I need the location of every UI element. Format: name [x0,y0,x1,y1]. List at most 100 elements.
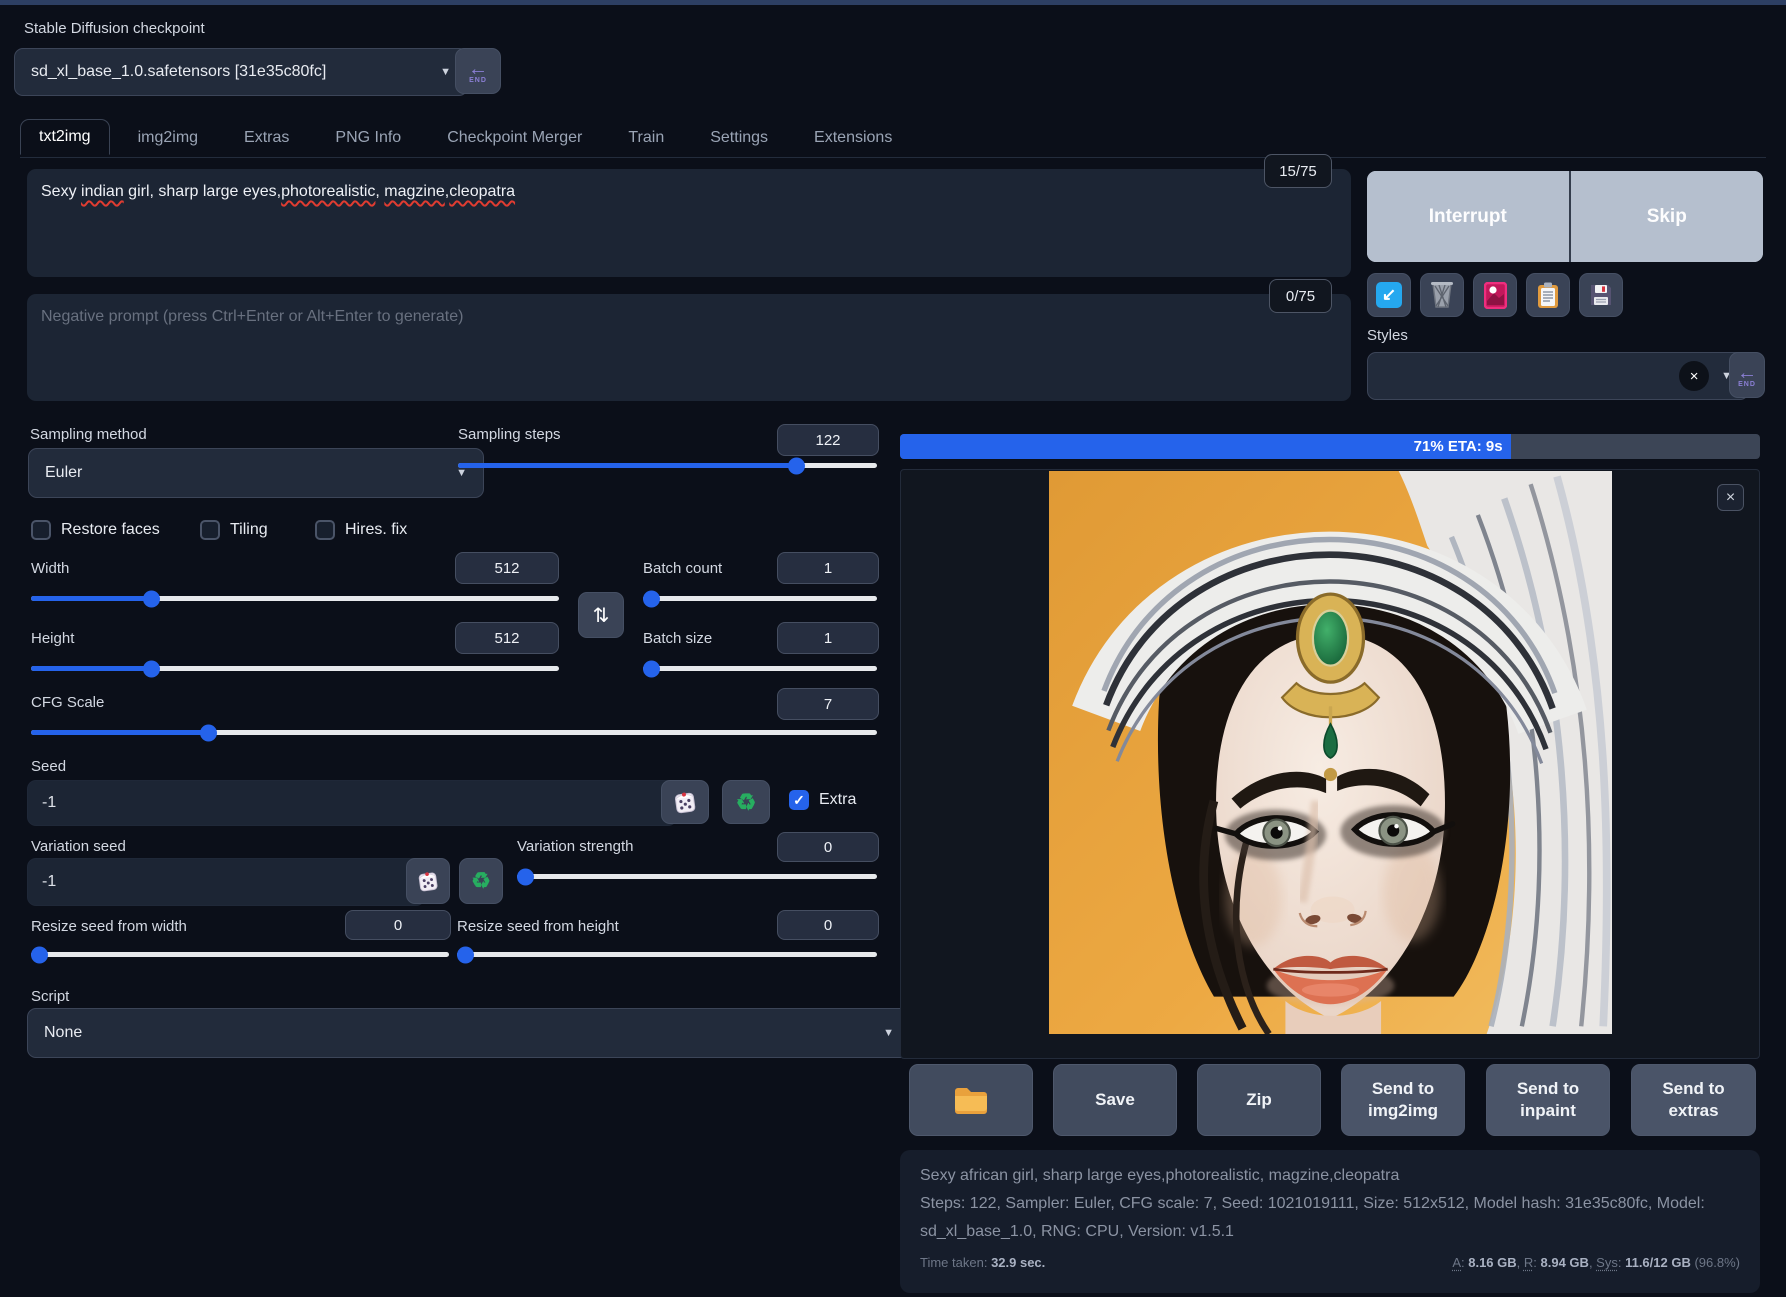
restore-faces-option[interactable]: Restore faces [31,520,160,540]
reuse-variation-seed-button[interactable]: ♻ [459,858,503,904]
batch-count-slider[interactable] [643,596,877,601]
width-value[interactable]: 512 [455,552,559,584]
negative-prompt-textarea[interactable]: Negative prompt (press Ctrl+Enter or Alt… [27,294,1351,401]
height-value[interactable]: 512 [455,622,559,654]
reuse-seed-button[interactable]: ♻ [722,780,770,824]
height-slider[interactable] [31,666,559,671]
prompt-textarea[interactable]: Sexy indian girl, sharp large eyes,photo… [27,169,1351,277]
styles-clear-button[interactable]: × [1679,361,1709,391]
resize-seed-width-slider[interactable] [31,952,449,957]
width-slider[interactable] [31,596,559,601]
cfg-scale-label: CFG Scale [31,694,104,711]
tiling-label: Tiling [230,521,268,539]
apply-style-to-prompt-button[interactable]: ←END [1729,352,1765,398]
checkpoint-label: Stable Diffusion checkpoint [24,20,205,37]
prompt-word-misspelled: indian [81,183,124,200]
prompt-word: Sexy [41,183,81,200]
extra-networks-button[interactable] [1473,273,1517,317]
sampling-method-select[interactable]: Euler ▼ [28,448,484,498]
variation-strength-value[interactable]: 0 [777,832,879,862]
resize-seed-height-slider[interactable] [457,952,877,957]
tab-bar-divider [20,157,1766,158]
tab-img2img[interactable]: img2img [120,121,216,155]
cfg-scale-value[interactable]: 7 [777,688,879,720]
tab-txt2img[interactable]: txt2img [20,119,110,155]
paste-params-button[interactable]: ↙ [1367,273,1411,317]
tab-train[interactable]: Train [610,121,682,155]
restore-faces-checkbox[interactable] [31,520,51,540]
result-prompt-text: Sexy african girl, sharp large eyes,phot… [920,1162,1740,1190]
tab-bar: txt2img img2img Extras PNG Info Checkpoint M… [20,119,910,155]
tab-settings[interactable]: Settings [692,121,786,155]
prompt-word: , [375,183,384,200]
sampling-method-value: Euler [45,464,82,482]
cfg-scale-slider[interactable] [31,730,877,735]
generated-image[interactable] [1049,471,1612,1034]
random-variation-seed-button[interactable] [406,858,450,904]
interrupt-button[interactable]: Interrupt [1367,171,1571,262]
script-value: None [44,1024,82,1042]
styles-label: Styles [1367,327,1408,344]
save-button[interactable]: Save [1053,1064,1177,1136]
dice-icon [416,869,440,893]
sampling-steps-slider[interactable] [458,463,877,468]
tiling-option[interactable]: Tiling [200,520,268,540]
seed-input[interactable]: -1 [27,780,677,826]
chevron-down-icon: ▼ [883,1027,894,1039]
checkpoint-select[interactable]: sd_xl_base_1.0.safetensors [31e35c80fc] … [14,48,468,96]
close-gallery-button[interactable]: × [1717,484,1744,511]
send-to-inpaint-button[interactable]: Send to inpaint [1486,1064,1610,1136]
tab-extras[interactable]: Extras [226,121,307,155]
sampling-steps-value[interactable]: 122 [777,424,879,456]
sampling-steps-label: Sampling steps [458,426,561,443]
apply-styles-button[interactable] [1526,273,1570,317]
tab-png-info[interactable]: PNG Info [317,121,419,155]
send-to-extras-button[interactable]: Send to extras [1631,1064,1756,1136]
floppy-disk-icon [1589,283,1613,307]
picture-card-icon [1484,282,1507,309]
save-style-button[interactable] [1579,273,1623,317]
stable-diffusion-webui: Stable Diffusion checkpoint sd_xl_base_1… [0,0,1786,1297]
interrupt-skip-group: Interrupt Skip [1367,171,1763,262]
script-select[interactable]: None ▼ [27,1008,911,1058]
variation-strength-slider[interactable] [517,874,877,879]
styles-select[interactable]: × ▼ [1367,352,1749,400]
variation-seed-label: Variation seed [31,838,126,855]
open-folder-button[interactable] [909,1064,1033,1136]
result-params-line1: Steps: 122, Sampler: Euler, CFG scale: 7… [920,1190,1740,1218]
batch-count-value[interactable]: 1 [777,552,879,584]
hires-fix-checkbox[interactable] [315,520,335,540]
swap-dimensions-button[interactable]: ⇅ [578,592,624,638]
variation-strength-label: Variation strength [517,838,633,855]
tiling-checkbox[interactable] [200,520,220,540]
resize-seed-height-value[interactable]: 0 [777,910,879,940]
arrow-down-left-icon: ↙ [1376,282,1402,308]
batch-size-value[interactable]: 1 [777,622,879,654]
variation-seed-input[interactable]: -1 [27,858,425,906]
tab-checkpoint-merger[interactable]: Checkpoint Merger [429,121,600,155]
batch-size-slider[interactable] [643,666,877,671]
end-arrow-icon: ←END [468,59,488,84]
end-arrow-icon: ←END [1737,363,1757,388]
zip-button[interactable]: Zip [1197,1064,1321,1136]
checkpoint-refresh-button[interactable]: ←END [455,48,501,94]
resize-seed-height-label: Resize seed from height [457,918,619,935]
extra-seed-checkbox[interactable]: ✓ [789,790,809,810]
resize-seed-width-value[interactable]: 0 [345,910,451,940]
send-to-img2img-button[interactable]: Send to img2img [1341,1064,1465,1136]
prompt-word-misspelled: magzine [384,183,444,200]
clear-prompt-button[interactable] [1420,273,1464,317]
extra-seed-option[interactable]: ✓ Extra [789,790,856,810]
result-params-line2: sd_xl_base_1.0, RNG: CPU, Version: v1.5.… [920,1218,1740,1246]
random-seed-button[interactable] [661,780,709,824]
trash-icon [1430,282,1454,308]
progress-text: 71% ETA: 9s [1414,438,1511,455]
negative-prompt-placeholder: Negative prompt (press Ctrl+Enter or Alt… [41,308,463,325]
recycle-icon: ♻ [471,868,491,894]
tab-extensions[interactable]: Extensions [796,121,910,155]
hires-fix-label: Hires. fix [345,521,407,539]
hires-fix-option[interactable]: Hires. fix [315,520,407,540]
generation-info-panel: Sexy african girl, sharp large eyes,phot… [900,1150,1760,1293]
skip-button[interactable]: Skip [1571,171,1763,262]
time-taken-value: 32.9 sec. [991,1255,1045,1270]
